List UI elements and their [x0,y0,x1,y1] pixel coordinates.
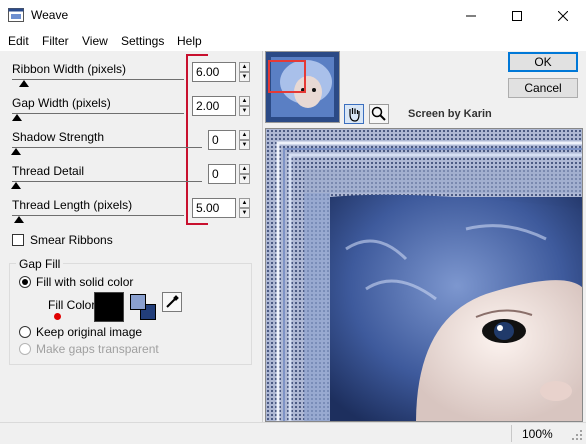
spin-up-icon[interactable]: ▲ [239,164,250,174]
gap-fill-group-label: Gap Fill [16,257,64,271]
maximize-button[interactable] [494,0,540,31]
shadow-strength-slider[interactable] [12,147,202,148]
spin-down-icon[interactable]: ▼ [239,72,250,82]
title-bar: Weave [0,0,586,32]
menu-settings[interactable]: Settings [121,34,164,48]
maximize-icon [512,10,522,21]
ok-button[interactable]: OK [508,52,578,72]
navigator-image [266,52,339,122]
shadow-strength-spinner[interactable]: ▲ ▼ [239,130,250,150]
fill-color-swatch[interactable] [94,292,124,322]
spin-up-icon[interactable]: ▲ [239,62,250,72]
magnifier-icon [371,106,386,121]
gap-width-input[interactable] [192,96,236,116]
credit-text: Screen by Karin [408,108,492,120]
ribbon-width-slider-thumb[interactable] [19,80,29,87]
menu-view[interactable]: View [82,34,108,48]
fill-solid-label: Fill with solid color [36,275,134,289]
window-title: Weave [31,8,69,22]
ribbon-width-input[interactable] [192,62,236,82]
fill-color-label: Fill Color [48,298,96,312]
zoom-level: 100% [522,427,553,441]
gap-width-slider-thumb[interactable] [12,114,22,121]
thread-detail-label: Thread Detail [12,164,85,178]
fill-solid-radio[interactable] [19,276,31,288]
close-button[interactable] [540,0,586,31]
ribbon-width-label: Ribbon Width (pixels) [12,62,127,76]
gap-width-slider[interactable] [12,113,184,114]
spin-down-icon[interactable]: ▼ [239,140,250,150]
fg-bg-swatches[interactable] [128,292,158,322]
foreground-color-swatch[interactable] [130,294,146,310]
ribbon-width-spinner[interactable]: ▲ ▼ [239,62,250,82]
gap-width-label: Gap Width (pixels) [12,96,111,110]
eyedropper-button[interactable] [162,292,182,312]
menu-help[interactable]: Help [177,34,202,48]
menu-bar: Edit Filter View Settings Help [0,31,586,51]
minimize-icon [466,15,476,16]
spin-down-icon[interactable]: ▼ [239,174,250,184]
spin-down-icon[interactable]: ▼ [239,106,250,116]
resize-grip-icon[interactable] [571,429,583,441]
menu-filter[interactable]: Filter [42,34,69,48]
ribbon-width-slider[interactable] [12,79,184,80]
shadow-strength-label: Shadow Strength [12,130,105,144]
keep-original-radio[interactable] [19,326,31,338]
smear-ribbons-checkbox[interactable] [12,234,24,246]
menu-edit[interactable]: Edit [8,34,29,48]
keep-original-label: Keep original image [36,325,143,339]
thread-length-input[interactable] [192,198,236,218]
radio-selected-dot [22,279,28,285]
minimize-button[interactable] [448,0,494,31]
hand-icon [349,108,360,122]
thread-detail-spinner[interactable]: ▲ ▼ [239,164,250,184]
spin-down-icon[interactable]: ▼ [239,208,250,218]
app-icon [8,8,24,22]
smear-ribbons-label: Smear Ribbons [30,233,113,247]
thread-detail-input[interactable] [208,164,236,184]
close-icon [558,10,568,21]
shadow-strength-input[interactable] [208,130,236,150]
spin-up-icon[interactable]: ▲ [239,96,250,106]
navigator-thumbnail[interactable] [265,51,340,123]
cancel-button[interactable]: Cancel [508,78,578,98]
gap-width-spinner[interactable]: ▲ ▼ [239,96,250,116]
color-indicator-dot [54,313,61,320]
thread-length-label: Thread Length (pixels) [12,198,133,212]
shadow-strength-slider-thumb[interactable] [11,148,21,155]
eyedropper-icon [166,295,179,308]
spin-up-icon[interactable]: ▲ [239,198,250,208]
status-divider [511,425,512,442]
thread-length-slider-thumb[interactable] [14,216,24,223]
preview-area[interactable] [265,128,583,422]
preview-image [266,129,582,421]
thread-length-spinner[interactable]: ▲ ▼ [239,198,250,218]
make-transparent-label: Make gaps transparent [36,342,159,356]
status-bar: 100% [0,422,586,444]
zoom-tool-button[interactable] [369,104,389,124]
thread-detail-slider-thumb[interactable] [11,182,21,189]
thread-detail-slider[interactable] [12,181,202,182]
pan-tool-button[interactable] [344,104,364,124]
make-transparent-radio[interactable] [19,343,31,355]
spin-up-icon[interactable]: ▲ [239,130,250,140]
thread-length-slider[interactable] [12,215,184,216]
